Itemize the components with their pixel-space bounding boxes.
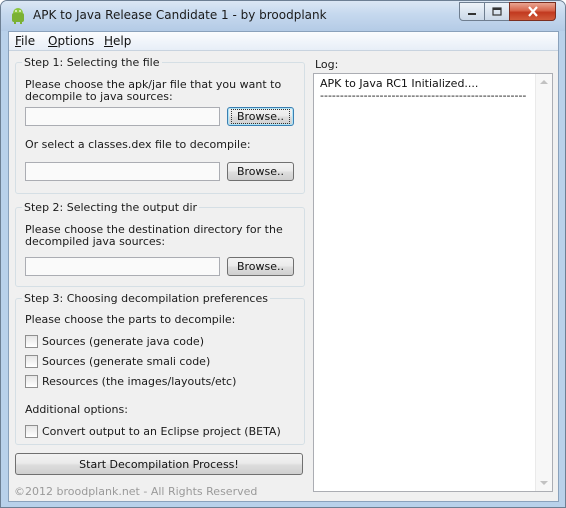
additional-options-label: Additional options: [25,403,128,416]
minimize-button[interactable] [459,2,485,21]
checkbox-label: Resources (the images/layouts/etc) [42,375,237,388]
step1-group: Step 1: Selecting the file Please choose… [15,56,305,194]
checkbox-label: Convert output to an Eclipse project (BE… [42,425,281,438]
menu-options[interactable]: Options [48,34,94,48]
log-scrollbar[interactable] [535,74,552,491]
client-area: File Options Help Step 1: Selecting the … [8,31,559,502]
window-title: APK to Java Release Candidate 1 - by bro… [33,8,327,22]
checkbox-box[interactable] [25,335,38,348]
output-path-field[interactable] [25,257,220,276]
dex-path-field[interactable] [25,162,220,181]
menu-help[interactable]: Help [104,34,131,48]
step2-group: Step 2: Selecting the output dir Please … [15,201,305,287]
step2-instruction-line2: decompiled java sources: [25,235,166,248]
android-icon [12,8,24,24]
menu-help-accel: H [104,34,114,48]
apk-path-field[interactable] [25,107,220,126]
checkbox-box[interactable] [25,425,38,438]
scroll-down-icon[interactable] [540,481,548,485]
apk-browse-label: Browse.. [230,109,291,124]
copyright-text: ©2012 broodplank.net - All Rights Reserv… [14,485,258,498]
checkbox-box[interactable] [25,355,38,368]
maximize-button[interactable] [484,2,510,21]
log-line: ----------------------------------------… [320,89,527,102]
eclipse-project-checkbox[interactable]: Convert output to an Eclipse project (BE… [25,425,281,438]
app-window: APK to Java Release Candidate 1 - by bro… [0,0,566,508]
checkbox-label: Sources (generate smali code) [42,355,211,368]
scroll-up-icon[interactable] [540,80,548,84]
minimize-icon [468,12,476,15]
checkbox-label: Sources (generate java code) [42,335,204,348]
menu-file[interactable]: File [15,34,35,48]
smali-sources-checkbox[interactable]: Sources (generate smali code) [25,355,210,368]
checkbox-box[interactable] [25,375,38,388]
title-bar[interactable]: APK to Java Release Candidate 1 - by bro… [1,1,565,31]
start-decompilation-button[interactable]: Start Decompilation Process! [15,453,303,475]
apk-browse-button[interactable]: Browse.. [227,107,294,126]
log-label: Log: [315,58,339,71]
dex-instruction: Or select a classes.dex file to decompil… [25,138,251,151]
menu-file-rest: ile [21,34,36,48]
resources-checkbox[interactable]: Resources (the images/layouts/etc) [25,375,236,388]
step2-title: Step 2: Selecting the output dir [22,201,200,214]
dex-browse-button[interactable]: Browse.. [227,162,294,181]
output-browse-button[interactable]: Browse.. [227,257,294,276]
step3-title: Step 3: Choosing decompilation preferenc… [22,292,270,305]
close-button[interactable] [509,2,556,21]
menu-help-rest: elp [113,34,132,48]
close-icon [527,6,538,17]
step3-group: Step 3: Choosing decompilation preferenc… [15,292,305,445]
step1-title: Step 1: Selecting the file [22,56,162,69]
java-sources-checkbox[interactable]: Sources (generate java code) [25,335,204,348]
step3-instruction: Please choose the parts to decompile: [25,313,236,326]
log-textarea[interactable]: APK to Java RC1 Initialized.... --------… [313,73,553,492]
menu-options-rest: ptions [57,34,95,48]
maximize-icon [492,7,502,16]
menu-bar: File Options Help [9,32,558,51]
step1-instruction-line2: decompile to java sources: [25,90,173,103]
